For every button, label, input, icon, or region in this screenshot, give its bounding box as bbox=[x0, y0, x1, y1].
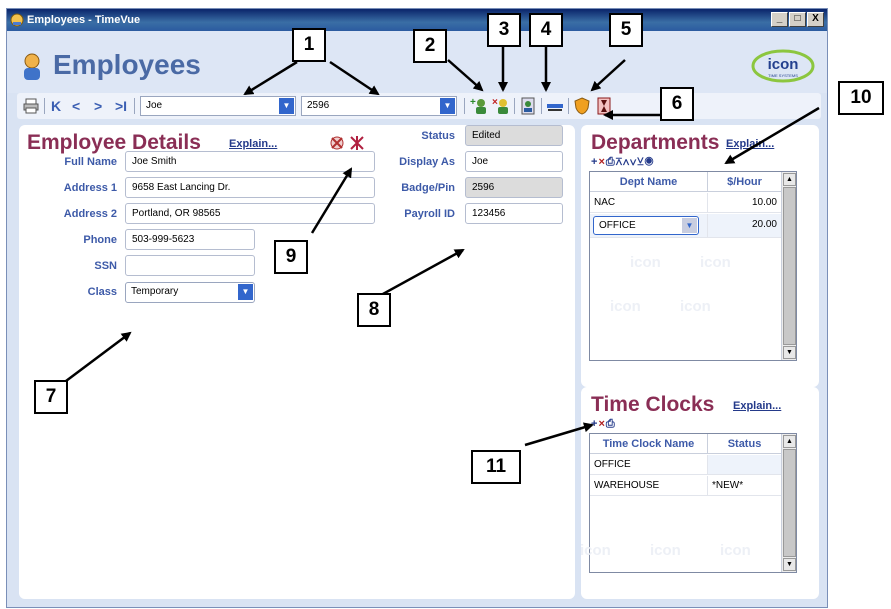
callout-10: 10 bbox=[838, 81, 884, 115]
callout-11: 11 bbox=[471, 450, 521, 484]
callout-2: 2 bbox=[413, 29, 447, 63]
callout-8: 8 bbox=[357, 293, 391, 327]
callout-1: 1 bbox=[292, 28, 326, 62]
callout-7: 7 bbox=[34, 380, 68, 414]
callout-6: 6 bbox=[660, 87, 694, 121]
callout-3: 3 bbox=[487, 13, 521, 47]
callout-5: 5 bbox=[609, 13, 643, 47]
annotation-arrows bbox=[65, 44, 820, 447]
callout-4: 4 bbox=[529, 13, 563, 47]
callout-9: 9 bbox=[274, 240, 308, 274]
